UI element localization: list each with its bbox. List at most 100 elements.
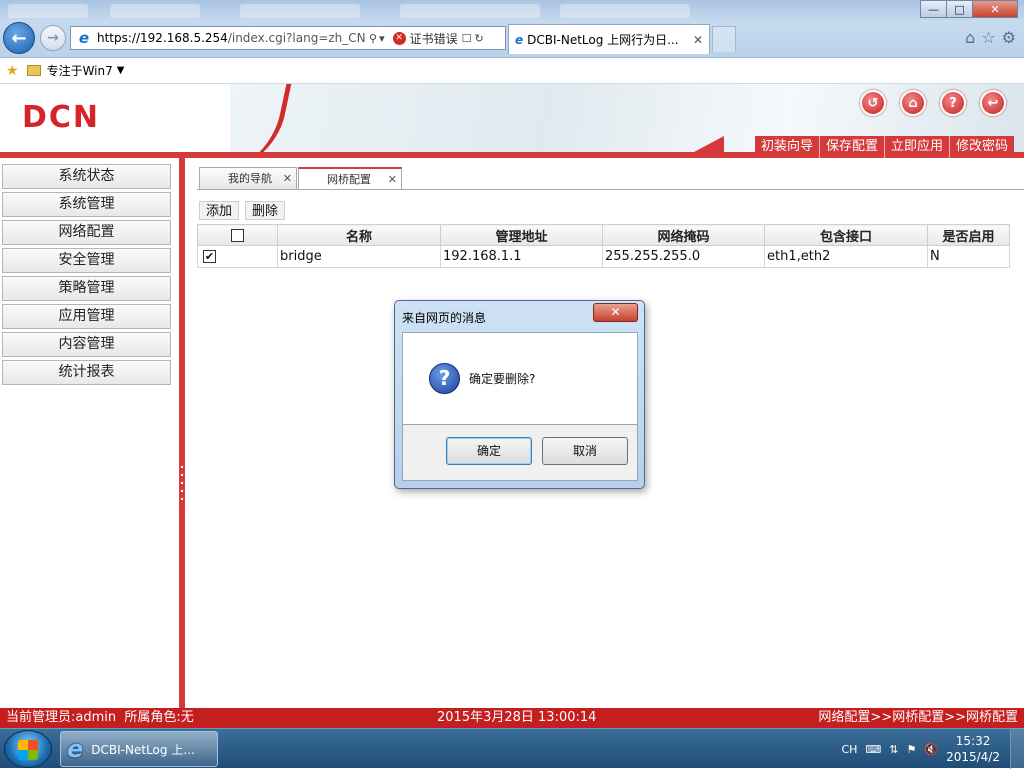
- ie-icon: e: [515, 32, 524, 47]
- cell-mask: 255.255.255.0: [602, 245, 765, 268]
- select-all-checkbox[interactable]: [231, 228, 244, 242]
- taskbar-ie-window[interactable]: e DCBI-NetLog 上...: [60, 731, 218, 767]
- column-header-name[interactable]: 名称: [277, 224, 441, 246]
- new-tab-button[interactable]: [712, 26, 736, 52]
- dcn-logo: DCN: [22, 100, 101, 135]
- clock[interactable]: 15:32 2015/4/2: [946, 733, 1000, 765]
- chevron-down-icon[interactable]: ▼: [117, 65, 125, 76]
- sidebar-item-system-status[interactable]: 系统状态: [2, 164, 171, 189]
- blurred-tab[interactable]: [110, 4, 200, 18]
- home-icon[interactable]: ⌂: [900, 90, 926, 116]
- clock-time: 15:32: [955, 734, 991, 748]
- sidebar-item-application[interactable]: 应用管理: [2, 304, 171, 329]
- cert-error-label[interactable]: 证书错误: [410, 30, 458, 47]
- cert-error-icon[interactable]: ✕: [392, 31, 406, 45]
- address-url[interactable]: https://192.168.5.254/index.cgi?lang=zh_…: [97, 31, 365, 45]
- taskbar: e DCBI-NetLog 上... CH ⌨ ⇅ ⚑ 🔇 15:32 2015…: [0, 728, 1024, 769]
- column-header-address[interactable]: 管理地址: [440, 224, 603, 246]
- cancel-button[interactable]: 取消: [542, 437, 628, 465]
- cell-interfaces: eth1,eth2: [764, 245, 928, 268]
- header-icons: ↺ ⌂ ? ↩: [860, 90, 1006, 116]
- language-indicator[interactable]: CH: [841, 743, 857, 756]
- show-desktop-button[interactable]: [1010, 729, 1024, 769]
- dropdown-icon[interactable]: ▾: [379, 32, 385, 45]
- app-header: DCN ↺ ⌂ ? ↩ 初装向导 保存配置 立即应用 修改密码: [0, 84, 1024, 158]
- sidebar-item-system-management[interactable]: 系统管理: [2, 192, 171, 217]
- table-header-row: 名称 管理地址 网络掩码 包含接口 是否启用: [197, 224, 1010, 246]
- tab-bridge-config[interactable]: 网桥配置 ✕: [298, 167, 402, 190]
- sidebar: 系统状态 系统管理 网络配置 安全管理 策略管理 应用管理 内容管理 统计报表: [0, 158, 180, 708]
- column-header-interfaces[interactable]: 包含接口: [764, 224, 928, 246]
- status-user: 当前管理员:admin 所属角色:无: [6, 710, 194, 725]
- start-button[interactable]: [4, 730, 52, 768]
- forward-arrow-icon[interactable]: →: [40, 25, 66, 51]
- gear-icon[interactable]: ⚙: [1002, 28, 1016, 47]
- help-icon[interactable]: ?: [940, 90, 966, 116]
- add-button[interactable]: 添加: [199, 201, 240, 220]
- browser-tab-active[interactable]: e DCBI-NetLog 上网行为日... ✕: [508, 24, 710, 54]
- dialog-body: ? 确定要删除?: [402, 332, 638, 425]
- sidebar-item-network-config[interactable]: 网络配置: [2, 220, 171, 245]
- sidebar-item-policy[interactable]: 策略管理: [2, 276, 171, 301]
- logout-icon[interactable]: ↺: [860, 90, 886, 116]
- toolbar: 添加 删除: [199, 201, 286, 220]
- keyboard-icon[interactable]: ⌨: [865, 743, 881, 756]
- header-menu: 初装向导 保存配置 立即应用 修改密码: [754, 136, 1014, 158]
- flag-icon[interactable]: ⚑: [907, 743, 917, 756]
- cell-name: bridge: [277, 245, 441, 268]
- exit-icon[interactable]: ↩: [980, 90, 1006, 116]
- menu-apply-now[interactable]: 立即应用: [883, 136, 949, 158]
- favorites-bar: ★ 专注于Win7 ▼: [0, 58, 1024, 84]
- tab-baseline: [197, 189, 1024, 190]
- tab-label: 网桥配置: [327, 173, 371, 186]
- favorites-item[interactable]: 专注于Win7: [47, 62, 113, 79]
- blurred-tab[interactable]: [400, 4, 540, 18]
- system-tray: CH ⌨ ⇅ ⚑ 🔇 15:32 2015/4/2: [841, 729, 1000, 769]
- blurred-tab[interactable]: [8, 4, 88, 18]
- refresh-icon[interactable]: ↻: [474, 32, 483, 45]
- column-header-enabled[interactable]: 是否启用: [927, 224, 1010, 246]
- back-arrow-icon[interactable]: ←: [3, 22, 35, 54]
- close-icon[interactable]: ✕: [283, 168, 292, 190]
- row-select-cell: ✔: [197, 245, 278, 268]
- minimize-button[interactable]: —: [920, 0, 947, 18]
- blurred-tab[interactable]: [560, 4, 690, 18]
- status-bar: 当前管理员:admin 所属角色:无 2015年3月28日 13:00:14 网…: [0, 708, 1024, 728]
- dialog-footer: 确定 取消: [402, 425, 638, 481]
- menu-setup-wizard[interactable]: 初装向导: [755, 136, 819, 158]
- close-icon[interactable]: ✕: [388, 169, 397, 191]
- sidebar-item-content[interactable]: 内容管理: [2, 332, 171, 357]
- ie-icon: e: [78, 29, 90, 47]
- select-all-header: [197, 224, 278, 246]
- close-icon[interactable]: ✕: [693, 33, 703, 47]
- menu-save-config[interactable]: 保存配置: [818, 136, 884, 158]
- column-header-mask[interactable]: 网络掩码: [602, 224, 765, 246]
- blurred-tab[interactable]: [240, 4, 360, 18]
- sidebar-item-security[interactable]: 安全管理: [2, 248, 171, 273]
- address-tools: ⚲ ▾ ✕ 证书错误 ☐ ↻: [369, 30, 484, 47]
- lock-icon[interactable]: ☐: [462, 32, 472, 45]
- splitter-grip[interactable]: [181, 466, 183, 502]
- maximize-button[interactable]: □: [946, 0, 973, 18]
- favorites-star-icon[interactable]: ★: [6, 63, 19, 79]
- tab-label: 我的导航: [228, 172, 272, 185]
- menu-change-password[interactable]: 修改密码: [948, 136, 1014, 158]
- row-checkbox[interactable]: ✔: [203, 250, 216, 263]
- tab-my-navigation[interactable]: 我的导航 ✕: [199, 167, 297, 190]
- bridge-table: 名称 管理地址 网络掩码 包含接口 是否启用 ✔ bridge 192.168.…: [197, 224, 1010, 268]
- network-icon[interactable]: ⇅: [889, 743, 898, 756]
- search-icon[interactable]: ⚲: [369, 32, 377, 45]
- sidebar-item-reports[interactable]: 统计报表: [2, 360, 171, 385]
- star-icon[interactable]: ☆: [981, 28, 995, 47]
- volume-muted-icon[interactable]: 🔇: [924, 743, 938, 756]
- table-row[interactable]: ✔ bridge 192.168.1.1 255.255.255.0 eth1,…: [197, 245, 1010, 268]
- home-icon[interactable]: ⌂: [965, 28, 975, 47]
- folder-icon: [26, 65, 41, 76]
- cell-enabled: N: [927, 245, 1010, 268]
- address-bar[interactable]: e https://192.168.5.254/index.cgi?lang=z…: [70, 26, 506, 50]
- dialog-close-button[interactable]: ✕: [593, 303, 638, 322]
- ok-button[interactable]: 确定: [446, 437, 532, 465]
- confirm-dialog: 来自网页的消息 ✕ ? 确定要删除? 确定 取消: [394, 300, 645, 489]
- delete-button[interactable]: 删除: [245, 201, 286, 220]
- close-window-button[interactable]: ✕: [972, 0, 1018, 18]
